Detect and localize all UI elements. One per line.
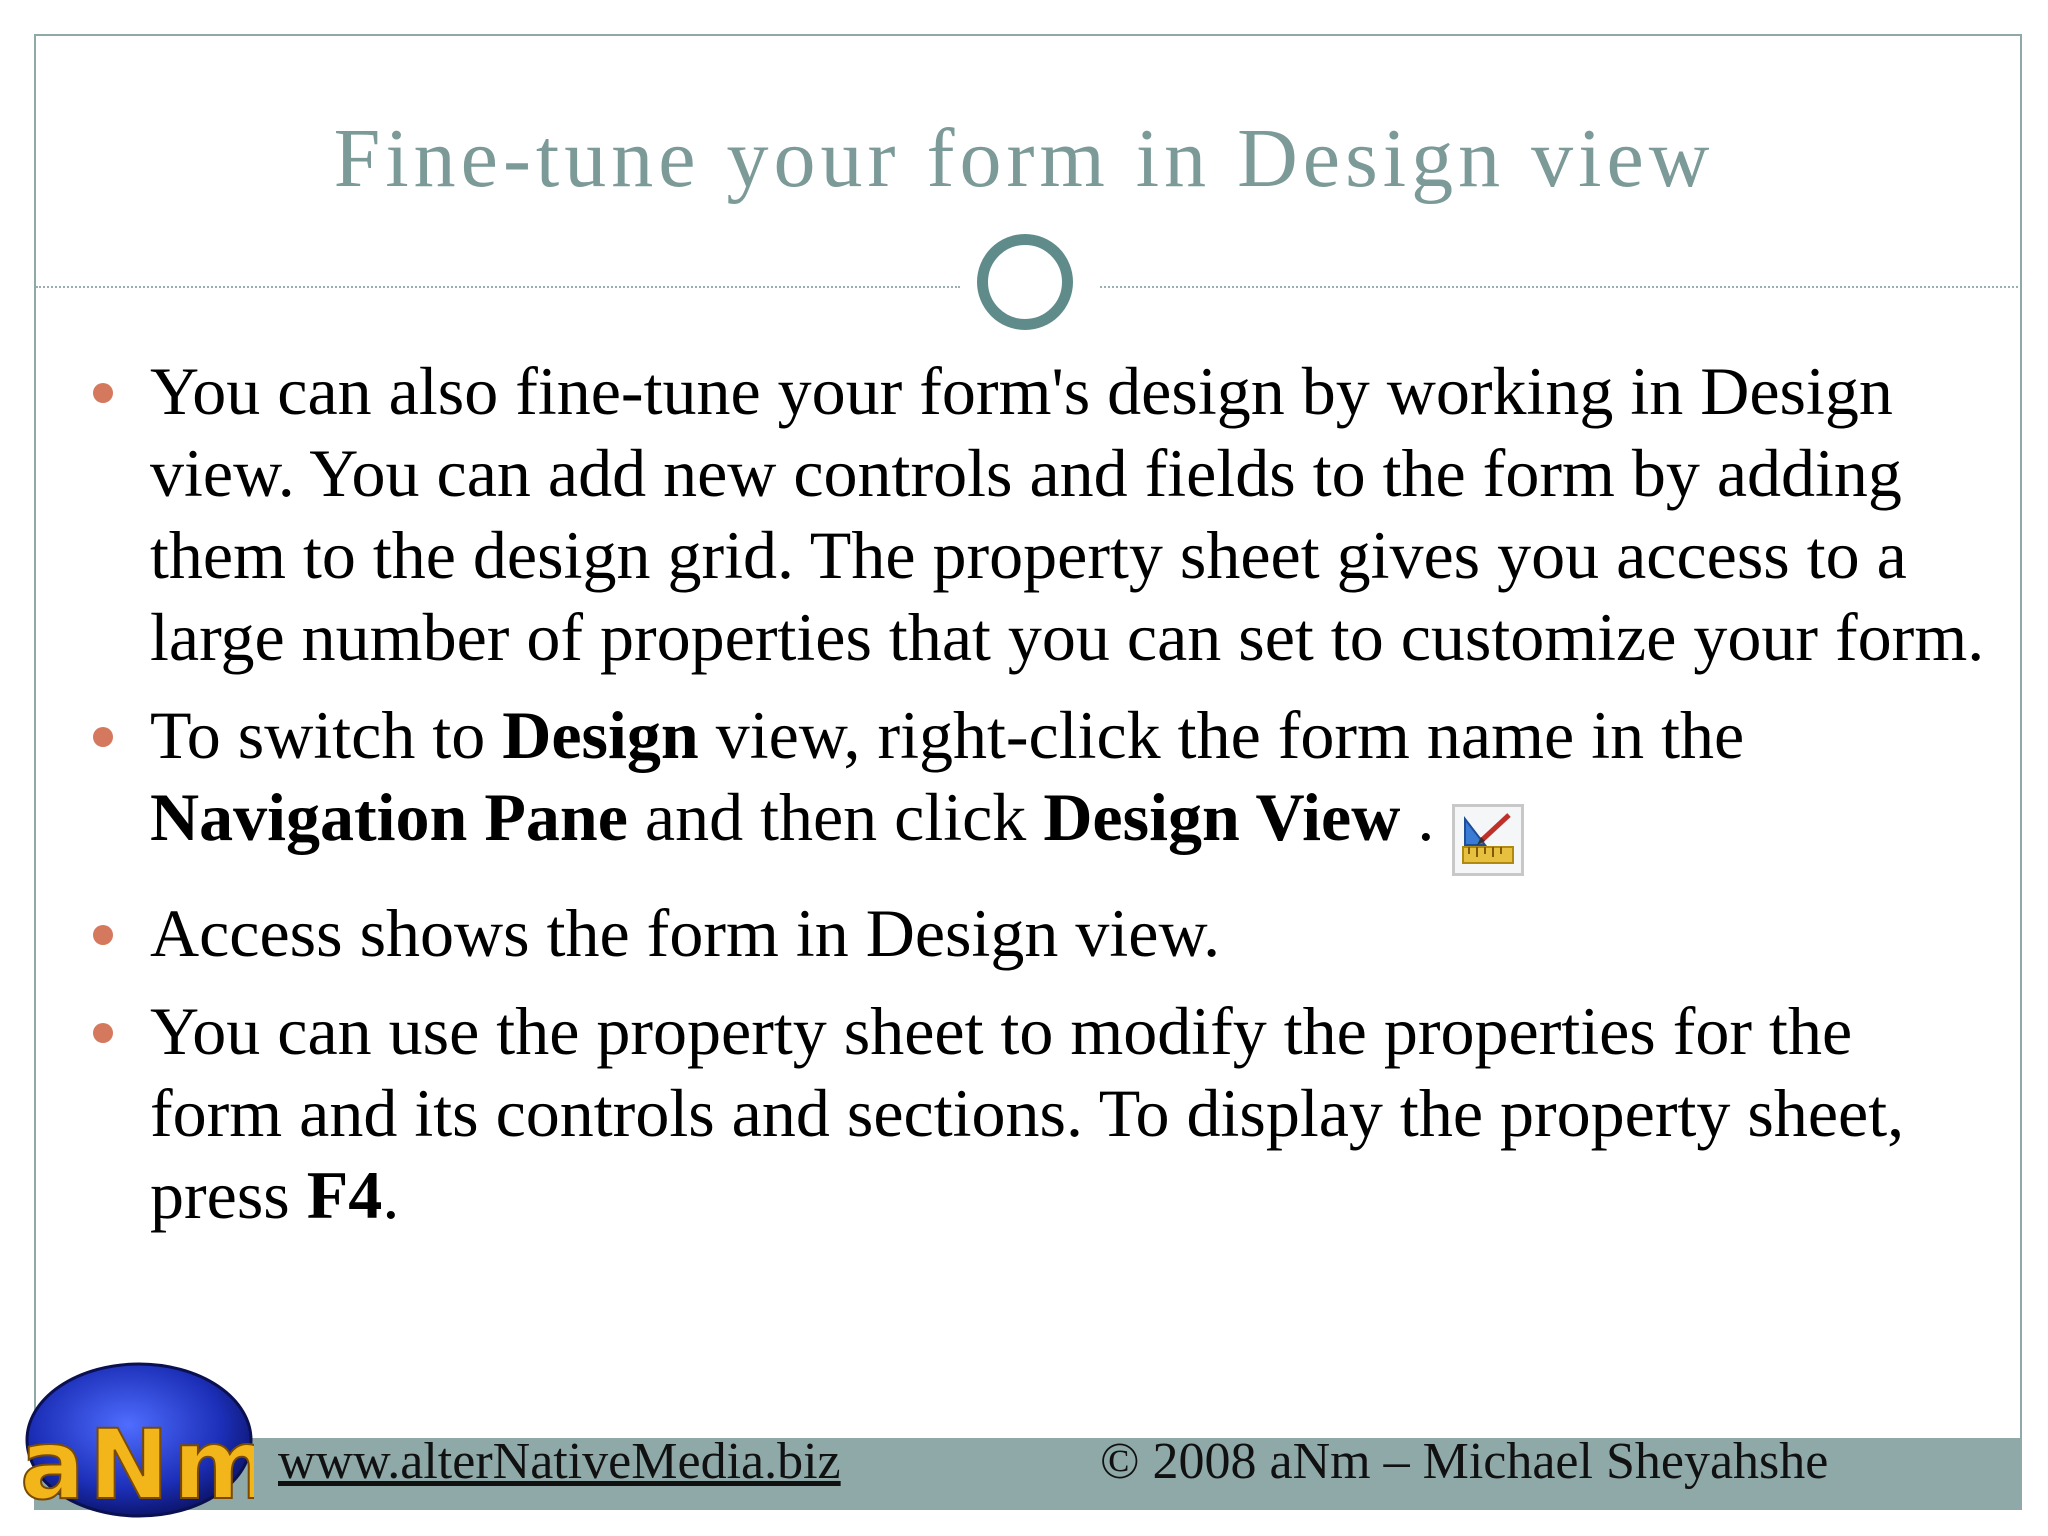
slide-title: Fine-tune your form in Design view (333, 112, 1715, 205)
circle-ornament-icon (977, 234, 1073, 330)
bullet-text: You can also fine-tune your form's desig… (150, 353, 1985, 675)
bullet-item: You can also fine-tune your form's desig… (0, 350, 2048, 678)
bullet-bold-text: Design (502, 697, 699, 773)
bullet-text: . (1400, 779, 1435, 855)
title-divider-right (1100, 286, 2018, 288)
bullet-item: To switch to Design view, right-click th… (0, 694, 2048, 876)
bullet-item: You can use the property sheet to modify… (0, 990, 2048, 1236)
bullet-list: You can also fine-tune your form's desig… (0, 350, 2048, 1252)
footer-url-link[interactable]: www.alterNativeMedia.biz (278, 1432, 841, 1491)
bullet-item: Access shows the form in Design view. (0, 892, 2048, 974)
bullet-dot-icon (93, 1023, 113, 1043)
bullet-dot-icon (93, 925, 113, 945)
bullet-text: view, right-click the form name in the (698, 697, 1745, 773)
bullet-text: You can use the property sheet to modify… (150, 993, 1905, 1233)
bullet-bold-text: F4 (306, 1157, 383, 1233)
anm-logo: aNm (19, 1362, 254, 1522)
svg-text:aNm: aNm (20, 1409, 254, 1521)
design-view-icon (1452, 804, 1525, 876)
bullet-text: . (382, 1157, 400, 1233)
title-divider-left (36, 286, 960, 288)
bullet-text: and then click (627, 779, 1044, 855)
footer-copyright: © 2008 aNm – Michael Sheyahshe (1100, 1433, 1829, 1490)
bullet-dot-icon (93, 383, 113, 403)
bullet-bold-text: Navigation Pane (150, 779, 628, 855)
bullet-bold-text: Design View (1043, 779, 1401, 855)
bullet-text: To switch to (150, 697, 503, 773)
bullet-text: Access shows the form in Design view. (150, 895, 1221, 971)
bullet-dot-icon (93, 727, 113, 747)
